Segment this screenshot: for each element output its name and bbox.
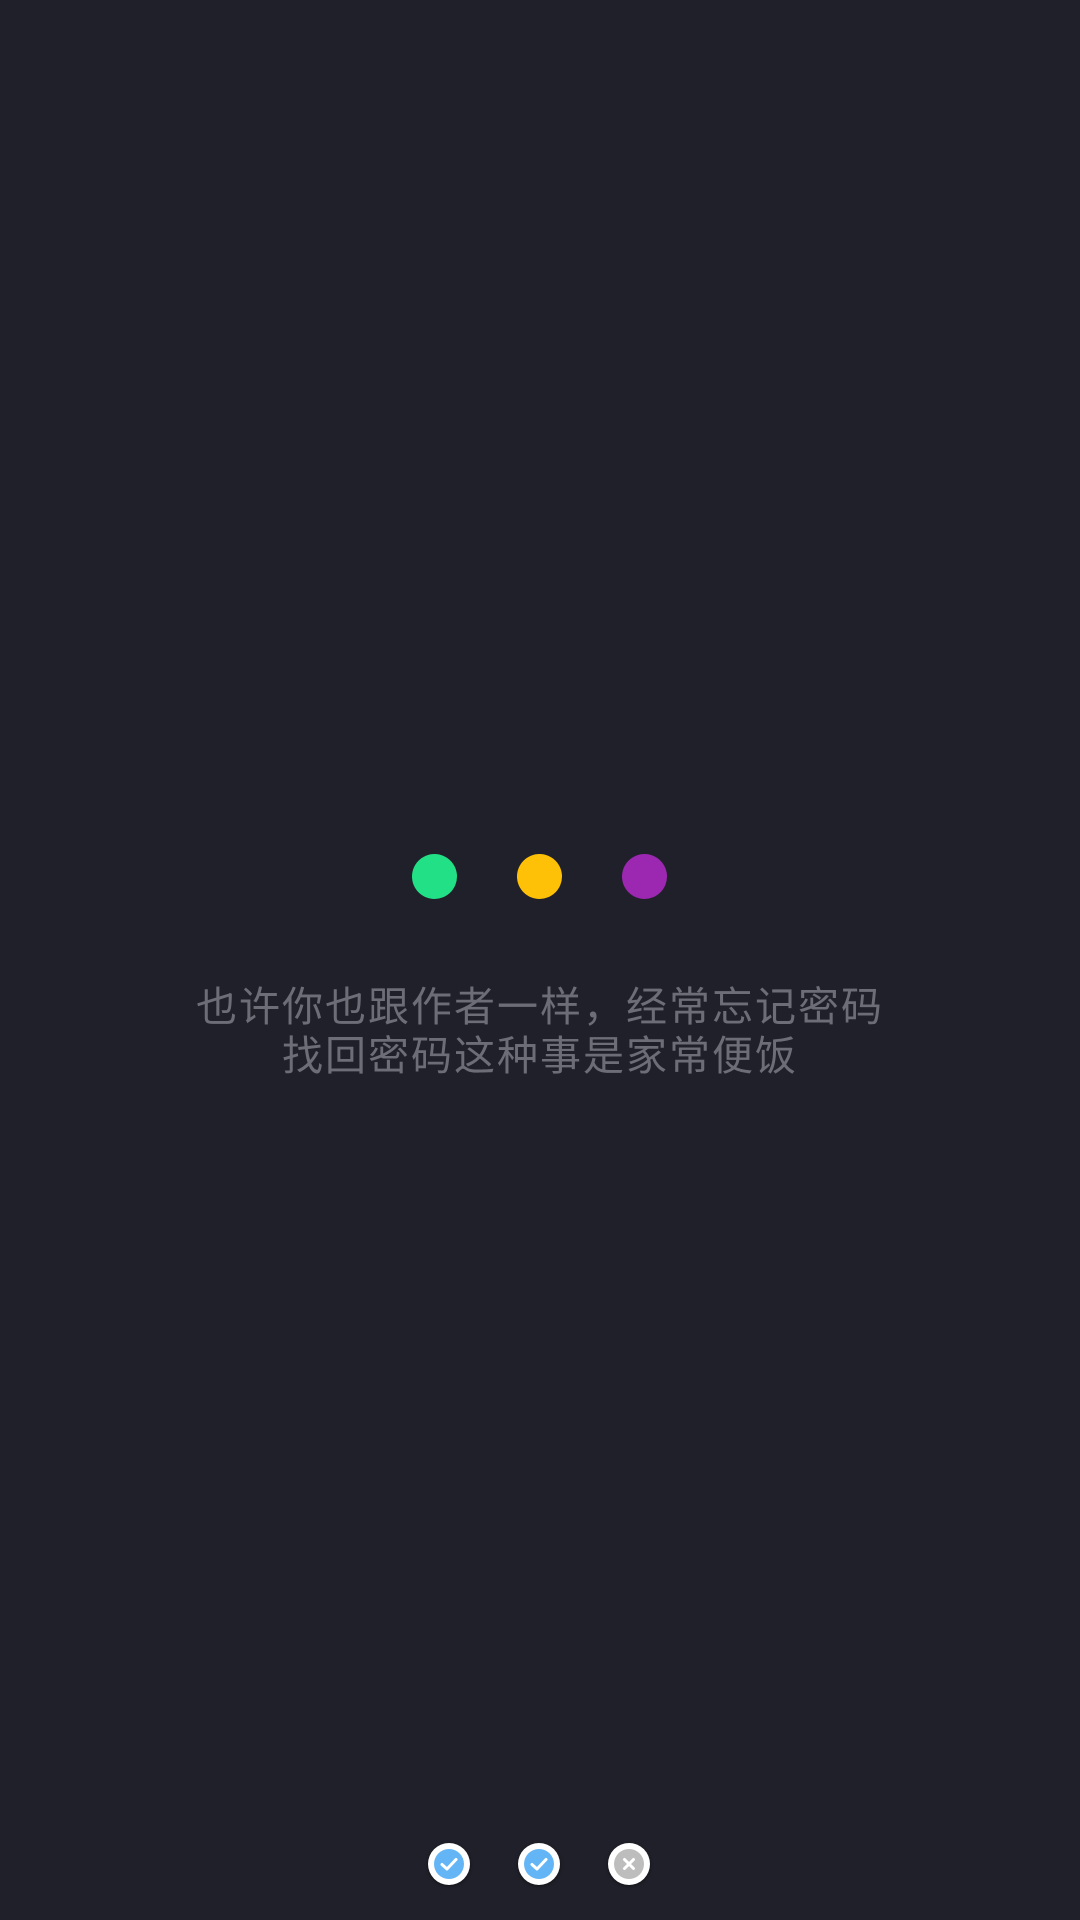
intro-message: 也许你也跟作者一样，经常忘记密码 找回密码这种事是家常便饭: [0, 983, 1080, 1081]
page-indicators: [0, 1843, 1080, 1887]
loading-dots: [0, 854, 1080, 900]
page-indicator-3[interactable]: [608, 1843, 650, 1885]
intro-message-line-1: 也许你也跟作者一样，经常忘记密码: [196, 983, 884, 1031]
check-circle-icon: [524, 1849, 554, 1879]
loading-dot-green: [412, 854, 457, 899]
loading-dot-purple: [622, 854, 667, 899]
page-indicator-2[interactable]: [518, 1843, 560, 1885]
loading-dot-amber: [517, 854, 562, 899]
intro-message-line-2: 找回密码这种事是家常便饭: [282, 1032, 798, 1080]
close-circle-icon: [614, 1849, 644, 1879]
check-circle-icon: [434, 1849, 464, 1879]
page-indicator-1[interactable]: [428, 1843, 470, 1885]
